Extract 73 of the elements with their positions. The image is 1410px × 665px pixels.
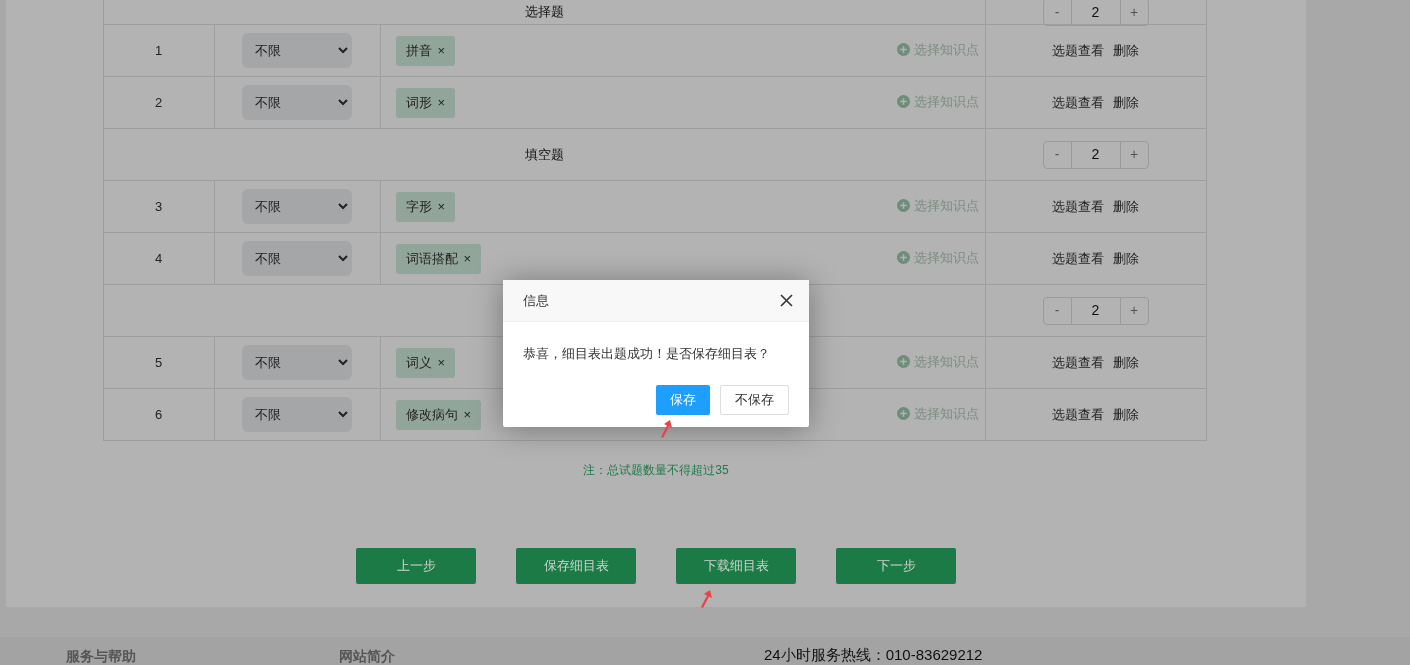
question-number: 1	[154, 41, 163, 60]
step-button[interactable]: 上一步	[356, 548, 476, 584]
chevron-down-icon	[338, 359, 348, 366]
tag-label: 词义	[405, 353, 432, 372]
increment-button[interactable]: +	[1119, 141, 1148, 168]
row-action-link[interactable]: 选题查看	[1052, 196, 1104, 217]
section-title: 选择题	[524, 3, 564, 22]
difficulty-select[interactable]: 不限	[242, 85, 352, 120]
row-action-link[interactable]: 删除	[1113, 404, 1139, 425]
row-action-link[interactable]: 选题查看	[1052, 40, 1104, 61]
row-action-link[interactable]: 删除	[1113, 92, 1139, 113]
increment-button[interactable]: +	[1119, 0, 1148, 25]
question-number: 5	[154, 353, 163, 372]
tag-remove-button[interactable]: ×	[437, 40, 446, 61]
row-action-link[interactable]: 选题查看	[1052, 248, 1104, 269]
footer-heading: 网站简介	[339, 648, 396, 664]
tag-label: 词语搭配	[405, 249, 458, 268]
close-icon[interactable]	[780, 294, 793, 307]
difficulty-select[interactable]: 不限	[242, 33, 352, 68]
question-number: 3	[154, 197, 163, 216]
footer-heading: 服务与帮助	[66, 648, 137, 664]
decrement-button[interactable]: -	[1043, 141, 1072, 168]
count-field[interactable]: 2	[1071, 297, 1120, 324]
count-field[interactable]: 2	[1071, 0, 1120, 25]
row-action-link[interactable]: 选题查看	[1052, 92, 1104, 113]
difficulty-select[interactable]: 不限	[242, 397, 352, 432]
chevron-down-icon	[338, 47, 348, 54]
tag-remove-button[interactable]: ×	[437, 92, 446, 113]
plus-circle-icon	[896, 95, 910, 109]
increment-button[interactable]: +	[1119, 297, 1148, 324]
tag-remove-button[interactable]: ×	[463, 248, 472, 269]
plus-circle-icon	[896, 43, 910, 57]
dialog-title: 信息	[523, 291, 549, 310]
row-action-link[interactable]: 删除	[1113, 352, 1139, 373]
chevron-down-icon	[338, 255, 348, 262]
tag-label: 拼音	[405, 41, 432, 60]
pointer-arrow-icon	[660, 420, 672, 438]
row-action-link[interactable]: 删除	[1113, 248, 1139, 269]
plus-circle-icon	[896, 407, 910, 421]
hotline-text: 24小时服务热线：010-83629212	[764, 646, 983, 664]
plus-circle-icon	[896, 251, 910, 265]
difficulty-select[interactable]: 不限	[242, 189, 352, 224]
section-title: 填空题	[524, 145, 564, 164]
tag-label: 字形	[405, 197, 432, 216]
step-button[interactable]: 保存细目表	[516, 548, 636, 584]
pointer-arrow-icon	[700, 590, 712, 608]
tag-remove-button[interactable]: ×	[463, 404, 472, 425]
difficulty-select[interactable]: 不限	[242, 241, 352, 276]
chevron-down-icon	[338, 203, 348, 210]
step-button[interactable]: 下一步	[836, 548, 956, 584]
tag-remove-button[interactable]: ×	[437, 352, 446, 373]
difficulty-select[interactable]: 不限	[242, 345, 352, 380]
row-action-link[interactable]: 选题查看	[1052, 352, 1104, 373]
question-number: 6	[154, 405, 163, 424]
row-action-link[interactable]: 选题查看	[1052, 404, 1104, 425]
chevron-down-icon	[338, 99, 348, 106]
dialog-message: 恭喜，细目表出题成功！是否保存细目表？	[522, 345, 771, 363]
step-button[interactable]: 下载细目表	[676, 548, 796, 584]
tag-label: 修改病句	[405, 405, 458, 424]
row-action-link[interactable]: 删除	[1113, 40, 1139, 61]
count-field[interactable]: 2	[1071, 141, 1120, 168]
decrement-button[interactable]: -	[1043, 297, 1072, 324]
question-number: 2	[154, 93, 163, 112]
decrement-button[interactable]: -	[1043, 0, 1072, 25]
tag-label: 词形	[405, 93, 432, 112]
plus-circle-icon	[896, 355, 910, 369]
question-number: 4	[154, 249, 163, 268]
chevron-down-icon	[338, 411, 348, 418]
note-text: 注：总试题数量不得超过35	[583, 462, 729, 479]
dialog-button[interactable]: 不保存	[720, 384, 789, 415]
row-action-link[interactable]: 删除	[1113, 196, 1139, 217]
tag-remove-button[interactable]: ×	[437, 196, 446, 217]
plus-circle-icon	[896, 199, 910, 213]
